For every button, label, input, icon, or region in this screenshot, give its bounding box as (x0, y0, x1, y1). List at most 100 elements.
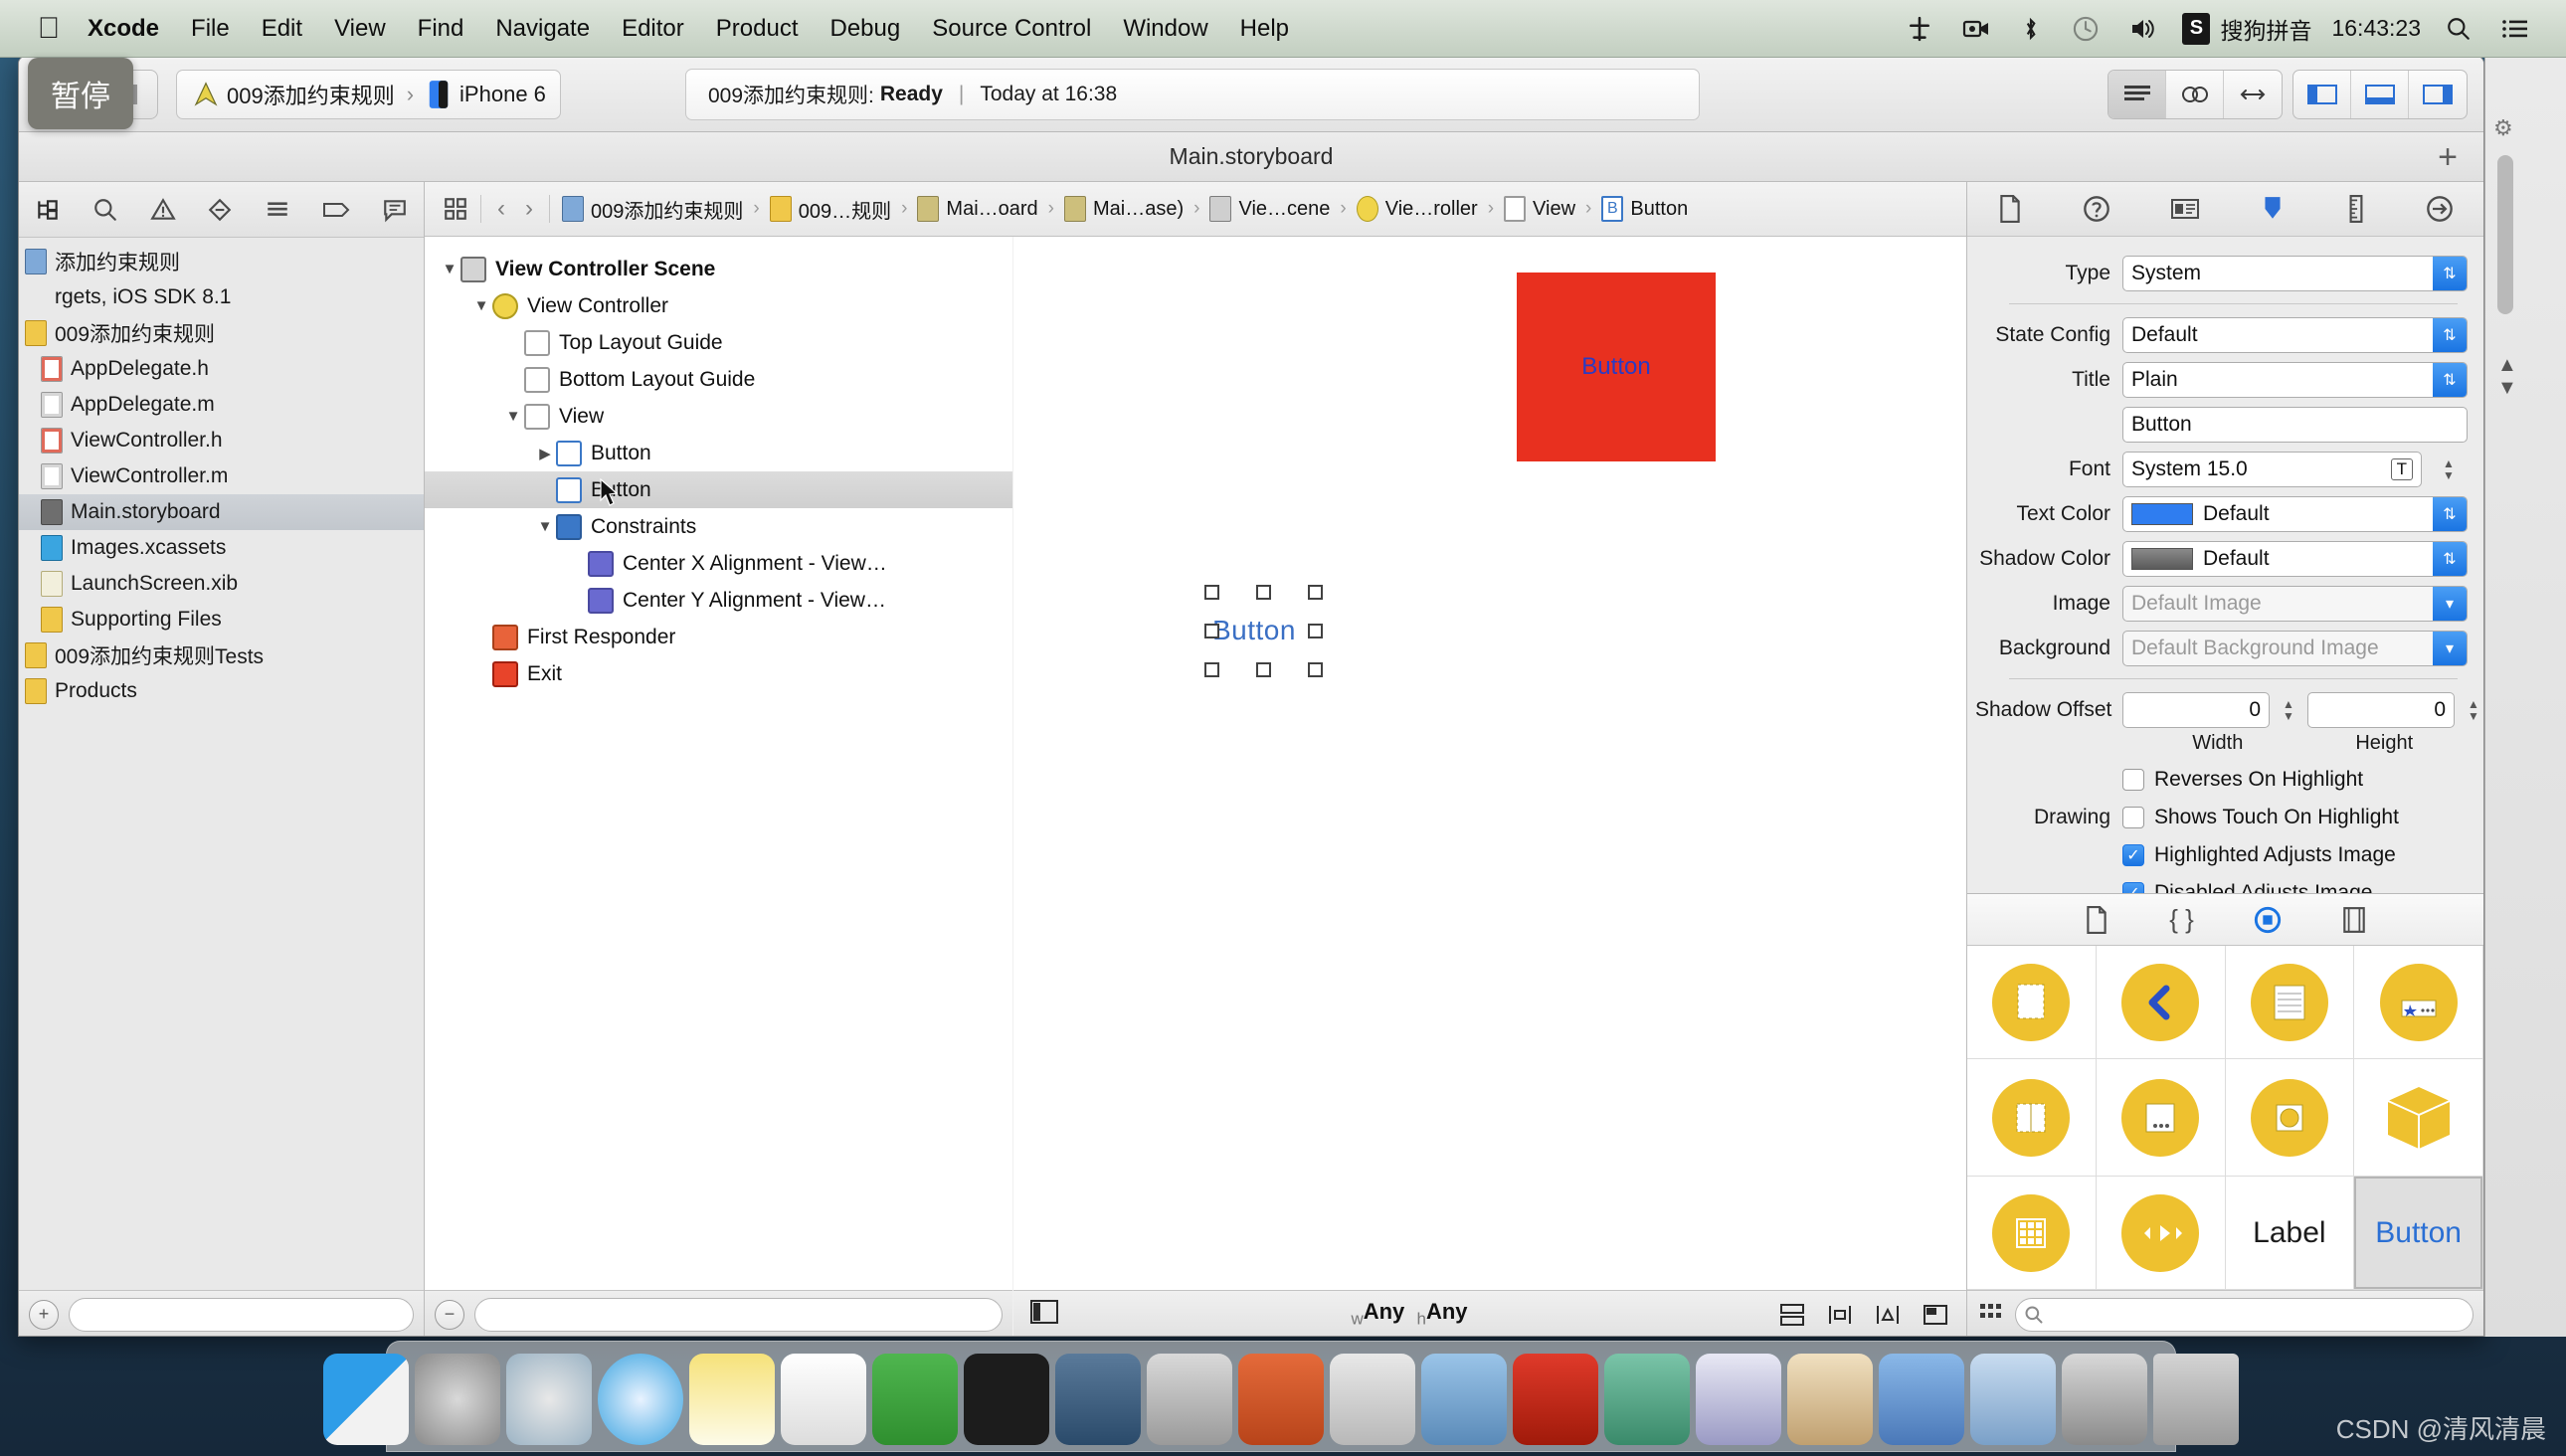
photos-icon[interactable] (1604, 1354, 1690, 1445)
search-icon[interactable] (2446, 16, 2472, 42)
resize-handle-ne[interactable] (1308, 585, 1323, 600)
image-combo[interactable]: Default Image ▾ (2122, 586, 2468, 622)
symbol-navigator-icon[interactable] (92, 197, 118, 223)
chevron-down-icon[interactable]: ▼ (534, 518, 556, 535)
embed-in-stack-icon[interactable] (1777, 1302, 1807, 1328)
navigator-item[interactable]: 009添加约束规则Tests (19, 637, 424, 673)
navigator-item[interactable]: Supporting Files (19, 602, 424, 637)
type-select[interactable]: System ⇅ (2122, 256, 2468, 291)
input-method-label[interactable]: 搜狗拼音 (2220, 12, 2311, 46)
preview-toggle-icon[interactable] (1029, 1299, 1059, 1330)
finder-icon[interactable] (323, 1354, 409, 1445)
simulator-icon[interactable] (1147, 1354, 1232, 1445)
file-inspector-icon[interactable] (1997, 195, 2023, 223)
scheme-selector[interactable]: 009添加约束规则 › iPhone 6 (176, 70, 561, 119)
object-library-icon[interactable] (2254, 906, 2282, 934)
navigator-item[interactable]: 添加约束规则 (19, 244, 424, 279)
navigator-item[interactable]: Main.storyboard (19, 494, 424, 530)
forward-chevron-icon[interactable]: › (515, 195, 543, 223)
breadcrumb-item-view-controller[interactable]: Vie…roller (1351, 196, 1484, 222)
object-cube-icon[interactable] (2354, 1059, 2483, 1177)
menu-item-editor[interactable]: Editor (606, 15, 700, 43)
font-stepper[interactable]: ▲▼ (2438, 457, 2460, 481)
title-style-select[interactable]: Plain ⇅ (2122, 362, 2468, 398)
shadow-offset-width-stepper[interactable]: ▲▼ (2278, 698, 2299, 722)
resize-handle-sw[interactable] (1204, 662, 1219, 677)
trash-icon[interactable] (2153, 1354, 2239, 1445)
library-view-mode-icon[interactable] (1977, 1300, 2005, 1329)
outline-row[interactable]: First Responder (425, 619, 1012, 655)
title-text-input[interactable]: Button (2122, 407, 2468, 443)
navigator-item[interactable]: rgets, iOS SDK 8.1 (19, 279, 424, 315)
interface-builder-canvas[interactable]: Button Button (1013, 237, 1966, 1337)
toolbar-icon[interactable] (2097, 1059, 2226, 1177)
airplane-icon[interactable] (1907, 16, 1932, 42)
container-view-icon[interactable] (1967, 946, 2097, 1059)
breadcrumb-item-view[interactable]: View (1498, 196, 1581, 222)
screenshot-icon[interactable] (1421, 1354, 1507, 1445)
chevron-right-icon[interactable]: ▶ (534, 445, 556, 462)
outline-row[interactable]: ▼Constraints (425, 508, 1012, 545)
menu-item-navigate[interactable]: Navigate (479, 15, 606, 43)
preview-icon[interactable] (1970, 1354, 2056, 1445)
shadow-color-swatch[interactable] (2131, 548, 2193, 570)
resize-handle-w[interactable] (1204, 624, 1219, 638)
keynote-icon[interactable] (1238, 1354, 1324, 1445)
outline-filter-input[interactable] (474, 1298, 1003, 1332)
chevron-down-icon[interactable]: ▼ (502, 408, 524, 425)
navigator-item[interactable]: ViewController.m (19, 458, 424, 494)
pause-button[interactable]: 暂停 (28, 58, 133, 129)
reverses-checkbox[interactable] (2122, 769, 2144, 791)
notification-center-icon[interactable] (2501, 17, 2529, 41)
shadow-offset-width-input[interactable]: 0 (2122, 692, 2270, 728)
back-chevron-icon[interactable]: ‹ (487, 195, 515, 223)
font-book-icon[interactable] (1787, 1354, 1873, 1445)
menu-item-window[interactable]: Window (1107, 15, 1223, 43)
version-editor-icon[interactable] (2224, 71, 2282, 118)
add-icon[interactable]: + (29, 1300, 59, 1330)
media-controls-icon[interactable] (2097, 1177, 2226, 1290)
library-search-input[interactable] (2015, 1298, 2474, 1332)
outline-row[interactable]: ▼View (425, 398, 1012, 435)
background-combo[interactable]: Default Background Image ▾ (2122, 631, 2468, 666)
breadcrumb-item-group[interactable]: 009…规则 (764, 195, 897, 224)
resize-handle-s[interactable] (1256, 662, 1271, 677)
disabled-checkbox[interactable]: ✓ (2122, 882, 2144, 893)
outline-row[interactable]: Center X Alignment - View… (425, 545, 1012, 582)
highlighted-checkbox[interactable]: ✓ (2122, 844, 2144, 866)
connections-inspector-icon[interactable] (2426, 195, 2454, 223)
numbers-icon[interactable] (781, 1354, 866, 1445)
pages-icon[interactable] (1696, 1354, 1781, 1445)
breadcrumb-item-base[interactable]: Mai…ase) (1058, 196, 1190, 222)
menu-item-help[interactable]: Help (1224, 15, 1305, 43)
navigator-item[interactable]: AppDelegate.h (19, 351, 424, 387)
size-inspector-icon[interactable] (2346, 195, 2366, 223)
filezilla-icon[interactable] (1513, 1354, 1598, 1445)
chevron-down-icon[interactable]: ▼ (439, 261, 460, 277)
system-preferences-icon[interactable] (415, 1354, 500, 1445)
code-snippet-library-icon[interactable]: { } (2169, 904, 2194, 935)
resolve-issues-icon[interactable] (1921, 1302, 1950, 1328)
menu-item-edit[interactable]: Edit (246, 15, 318, 43)
selected-button-preview[interactable]: Button (1212, 615, 1296, 646)
scrollbar-thumb[interactable] (2497, 155, 2513, 314)
breadcrumb-item-scene[interactable]: Vie…cene (1203, 196, 1336, 222)
navigator-item[interactable]: LaunchScreen.xib (19, 566, 424, 602)
issue-navigator-icon[interactable] (150, 197, 176, 223)
resize-handle-e[interactable] (1308, 624, 1323, 638)
assistant-editor-icon[interactable] (2166, 71, 2224, 118)
navigator-item[interactable]: 009添加约束规则 (19, 315, 424, 351)
utilities-toggle-icon[interactable] (2409, 71, 2467, 118)
table-view-icon[interactable] (2226, 946, 2355, 1059)
canvas-surface[interactable]: Button Button (1013, 237, 1966, 1290)
split-view-icon[interactable] (1967, 1059, 2097, 1177)
red-button-preview[interactable]: Button (1517, 273, 1716, 461)
label-object[interactable]: Label (2226, 1177, 2355, 1290)
quick-help-icon[interactable] (2083, 195, 2110, 223)
resize-handle-se[interactable] (1308, 662, 1323, 677)
volume-icon[interactable] (2129, 16, 2159, 42)
menu-item-view[interactable]: View (318, 15, 402, 43)
identity-inspector-icon[interactable] (2170, 196, 2200, 222)
outline-toggle-icon[interactable]: − (435, 1300, 464, 1330)
outline-row[interactable]: Top Layout Guide (425, 324, 1012, 361)
